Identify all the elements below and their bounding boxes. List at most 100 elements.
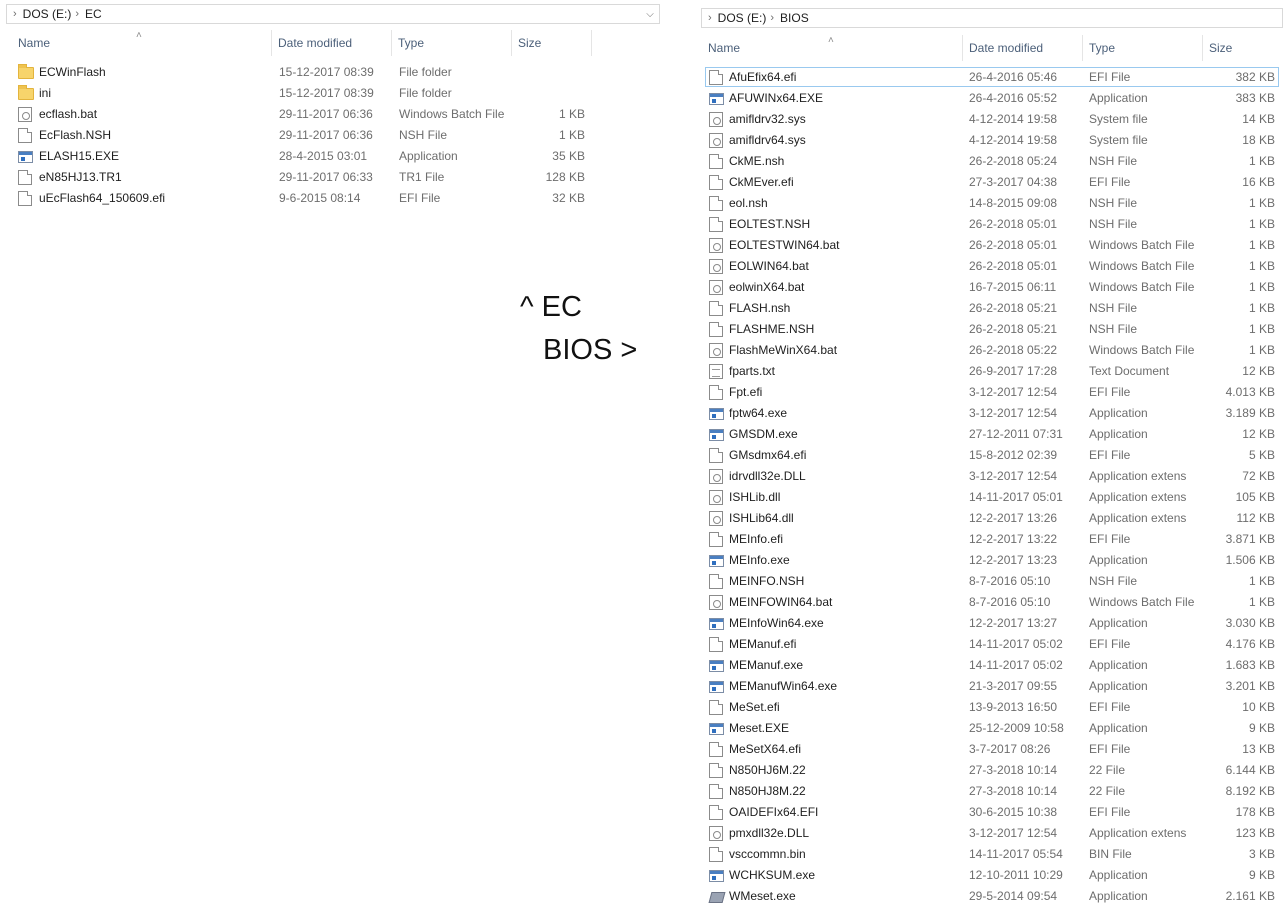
file-size: 128 KB bbox=[545, 170, 585, 184]
file-size: 3.189 KB bbox=[1225, 406, 1275, 420]
file-row[interactable]: N850HJ8M.22 27-3-2018 10:14 22 File 8.192 K… bbox=[695, 781, 1285, 802]
file-type: Application bbox=[1089, 889, 1148, 903]
file-row[interactable]: MEInfo.efi 12-2-2017 13:22 EFI File 3.871 K… bbox=[695, 529, 1285, 550]
file-row[interactable]: MEINFO.NSH 8-7-2016 05:10 NSH File 1 KB bbox=[695, 571, 1285, 592]
file-row[interactable]: ecflash.bat 29-11-2017 06:36 Windows Batch… bbox=[0, 104, 662, 125]
file-row[interactable]: MeSetX64.efi 3-7-2017 08:26 EFI File 13 KB bbox=[695, 739, 1285, 760]
file-size bbox=[512, 83, 585, 104]
file-row[interactable]: EOLTESTWIN64.bat 26-2-2018 05:01 Windows B… bbox=[695, 235, 1285, 256]
file-row[interactable]: EOLTEST.NSH 26-2-2018 05:01 NSH File 1 KB bbox=[695, 214, 1285, 235]
file-row[interactable]: eolwinX64.bat 16-7-2015 06:11 Windows Batc… bbox=[695, 277, 1285, 298]
column-date[interactable]: Date modified bbox=[272, 30, 392, 56]
column-date[interactable]: Date modified bbox=[963, 35, 1083, 61]
file-size: 1 KB bbox=[1248, 154, 1275, 168]
column-name[interactable]: Name ˄ bbox=[12, 30, 272, 56]
file-row[interactable]: GMsdmx64.efi 15-8-2012 02:39 EFI File 5 KB bbox=[695, 445, 1285, 466]
file-row[interactable]: AfuEfix64.efi 26-4-2016 05:46 EFI File 382 … bbox=[695, 67, 1285, 88]
address-bar[interactable]: › DOS (E:) › EC ⌵ bbox=[6, 4, 660, 24]
file-size: 9 KB bbox=[1248, 868, 1275, 882]
file-type: System file bbox=[1089, 112, 1148, 126]
column-type[interactable]: Type bbox=[1083, 35, 1203, 61]
file-date: 4-12-2014 19:58 bbox=[969, 133, 1058, 147]
file-row[interactable]: GMSDM.exe 27-12-2011 07:31 Application 12 K… bbox=[695, 424, 1285, 445]
file-date: 26-2-2018 05:24 bbox=[969, 154, 1058, 168]
file-icon bbox=[709, 763, 723, 778]
file-name: fptw64.exe bbox=[729, 406, 788, 420]
file-row[interactable]: MEManuf.exe 14-11-2017 05:02 Application 1.… bbox=[695, 655, 1285, 676]
file-row[interactable]: N850HJ6M.22 27-3-2018 10:14 22 File 6.144 K… bbox=[695, 760, 1285, 781]
file-date: 14-11-2017 05:02 bbox=[969, 658, 1063, 672]
column-size[interactable]: Size bbox=[1203, 35, 1283, 61]
file-row[interactable]: MEManufWin64.exe 21-3-2017 09:55 Applicati… bbox=[695, 676, 1285, 697]
file-row[interactable]: CkME.nsh 26-2-2018 05:24 NSH File 1 KB bbox=[695, 151, 1285, 172]
file-row[interactable]: ELASH15.EXE 28-4-2015 03:01 Application 35 … bbox=[0, 146, 662, 167]
file-type: NSH File bbox=[399, 128, 448, 142]
file-row[interactable]: idrvdll32e.DLL 3-12-2017 12:54 Application… bbox=[695, 466, 1285, 487]
file-type: Application bbox=[1089, 868, 1148, 882]
file-type: EFI File bbox=[1089, 385, 1131, 399]
file-row[interactable]: amifldrv64.sys 4-12-2014 19:58 System file… bbox=[695, 130, 1285, 151]
file-size: 4.013 KB bbox=[1225, 385, 1275, 399]
file-type: BIN File bbox=[1089, 847, 1132, 861]
file-size: 72 KB bbox=[1242, 469, 1275, 483]
address-bar[interactable]: › DOS (E:) › BIOS bbox=[701, 8, 1283, 28]
file-row[interactable]: ISHLib64.dll 12-2-2017 13:26 Application e… bbox=[695, 508, 1285, 529]
file-row[interactable]: fparts.txt 26-9-2017 17:28 Text Document 12… bbox=[695, 361, 1285, 382]
file-row[interactable]: FLASHME.NSH 26-2-2018 05:21 NSH File 1 KB bbox=[695, 319, 1285, 340]
file-date: 29-5-2014 09:54 bbox=[969, 889, 1058, 903]
file-icon bbox=[709, 574, 723, 589]
file-row[interactable]: OAIDEFIx64.EFI 30-6-2015 10:38 EFI File 178… bbox=[695, 802, 1285, 823]
column-size[interactable]: Size bbox=[512, 30, 592, 56]
file-row[interactable]: MEManuf.efi 14-11-2017 05:02 EFI File 4.176… bbox=[695, 634, 1285, 655]
file-row[interactable]: ini 15-12-2017 08:39 File folder bbox=[0, 83, 662, 104]
file-row[interactable]: FlashMeWinX64.bat 26-2-2018 05:22 Windows … bbox=[695, 340, 1285, 361]
file-row[interactable]: vsccommn.bin 14-11-2017 05:54 BIN File 3 KB bbox=[695, 844, 1285, 865]
file-row[interactable]: eN85HJ13.TR1 29-11-2017 06:33 TR1 File 128 … bbox=[0, 167, 662, 188]
file-row[interactable]: Fpt.efi 3-12-2017 12:54 EFI File 4.013 KB bbox=[695, 382, 1285, 403]
file-row[interactable]: EOLWIN64.bat 26-2-2018 05:01 Windows Batch… bbox=[695, 256, 1285, 277]
settings-file-icon bbox=[709, 595, 723, 610]
file-row[interactable]: Meset.EXE 25-12-2009 10:58 Application 9 KB bbox=[695, 718, 1285, 739]
chevron-right-icon[interactable]: › bbox=[770, 12, 774, 24]
breadcrumb-folder[interactable]: BIOS bbox=[780, 11, 809, 25]
file-type: EFI File bbox=[1089, 805, 1131, 819]
file-row[interactable]: MEInfoWin64.exe 12-2-2017 13:27 Applicatio… bbox=[695, 613, 1285, 634]
breadcrumb-folder[interactable]: EC bbox=[85, 7, 102, 21]
sort-up-icon: ˄ bbox=[136, 30, 142, 41]
chevron-down-icon[interactable]: ⌵ bbox=[643, 6, 657, 22]
file-type: Application bbox=[399, 149, 458, 163]
file-row[interactable]: ISHLib.dll 14-11-2017 05:01 Application ex… bbox=[695, 487, 1285, 508]
file-row[interactable]: eol.nsh 14-8-2015 09:08 NSH File 1 KB bbox=[695, 193, 1285, 214]
file-name: Fpt.efi bbox=[729, 385, 763, 399]
breadcrumb-drive[interactable]: DOS (E:) bbox=[23, 7, 72, 21]
file-row[interactable]: ECWinFlash 15-12-2017 08:39 File folder bbox=[0, 62, 662, 83]
chevron-right-icon[interactable]: › bbox=[708, 12, 712, 24]
file-row[interactable]: WCHKSUM.exe 12-10-2011 10:29 Application 9 … bbox=[695, 865, 1285, 886]
file-row[interactable]: MEINFOWIN64.bat 8-7-2016 05:10 Windows Bat… bbox=[695, 592, 1285, 613]
file-size: 1 KB bbox=[1248, 259, 1275, 273]
file-row[interactable]: AFUWINx64.EXE 26-4-2016 05:52 Application 3… bbox=[695, 88, 1285, 109]
file-type: EFI File bbox=[1089, 175, 1131, 189]
file-row[interactable]: uEcFlash64_150609.efi 9-6-2015 08:14 EFI F… bbox=[0, 188, 662, 209]
file-row[interactable]: fptw64.exe 3-12-2017 12:54 Application 3.18… bbox=[695, 403, 1285, 424]
file-row[interactable]: amifldrv32.sys 4-12-2014 19:58 System file… bbox=[695, 109, 1285, 130]
column-type[interactable]: Type bbox=[392, 30, 512, 56]
file-row[interactable]: EcFlash.NSH 29-11-2017 06:36 NSH File 1 KB bbox=[0, 125, 662, 146]
file-type: Application bbox=[1089, 91, 1148, 105]
breadcrumb-drive[interactable]: DOS (E:) bbox=[718, 11, 767, 25]
file-name: ISHLib.dll bbox=[729, 490, 781, 504]
file-row[interactable]: MeSet.efi 13-9-2013 16:50 EFI File 10 KB bbox=[695, 697, 1285, 718]
file-row[interactable]: FLASH.nsh 26-2-2018 05:21 NSH File 1 KB bbox=[695, 298, 1285, 319]
application-icon bbox=[709, 681, 724, 693]
file-name: EOLWIN64.bat bbox=[729, 259, 809, 273]
file-row[interactable]: pmxdll32e.DLL 3-12-2017 12:54 Application … bbox=[695, 823, 1285, 844]
file-type: EFI File bbox=[1089, 637, 1131, 651]
file-row[interactable]: CkMEver.efi 27-3-2017 04:38 EFI File 16 KB bbox=[695, 172, 1285, 193]
chevron-right-icon[interactable]: › bbox=[75, 8, 79, 20]
chevron-right-icon[interactable]: › bbox=[13, 8, 17, 20]
file-date: 26-2-2018 05:21 bbox=[969, 301, 1058, 315]
column-name[interactable]: Name ˄ bbox=[702, 35, 963, 61]
file-row[interactable]: MEInfo.exe 12-2-2017 13:23 Application 1.50… bbox=[695, 550, 1285, 571]
application-icon bbox=[709, 408, 724, 420]
file-row[interactable]: WMeset.exe 29-5-2014 09:54 Application 2.16… bbox=[695, 886, 1285, 907]
